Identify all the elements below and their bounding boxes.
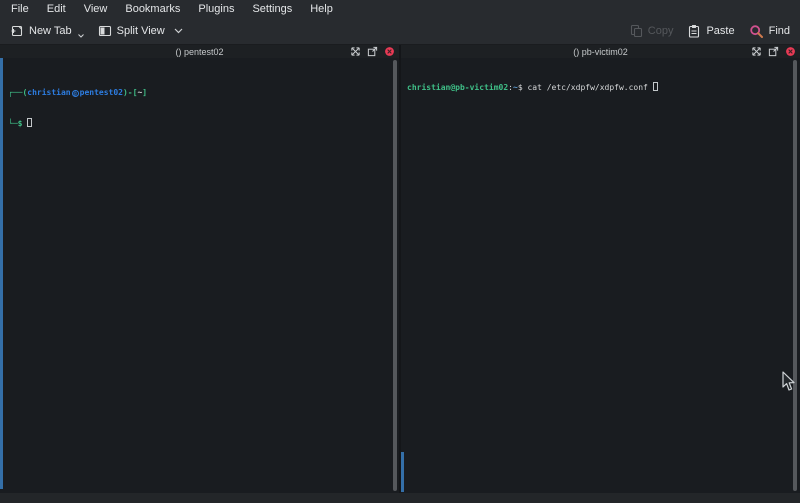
split-view-button[interactable]: Split View [98, 24, 183, 38]
command-text: cat /etc/xdpfw/xdpfw.conf [523, 83, 653, 92]
paste-button[interactable]: Paste [687, 24, 734, 38]
menu-file[interactable]: File [2, 1, 38, 17]
new-tab-label: New Tab [29, 25, 72, 37]
right-detach-pane-icon[interactable] [768, 46, 779, 57]
left-terminal-cursor [27, 118, 32, 127]
new-tab-icon [10, 24, 24, 38]
terminal-area: ┌──(christian@pentest02)-[~] └─$ christi… [0, 58, 800, 493]
new-tab-caret-icon[interactable] [78, 34, 84, 38]
terminal-pane-pentest02[interactable]: ┌──(christian@pentest02)-[~] └─$ [0, 58, 399, 493]
right-maximize-pane-icon[interactable] [751, 46, 762, 57]
prompt-user-host: christian@pb-victim02 [407, 83, 508, 92]
prompt-close: ] [142, 88, 147, 97]
kali-at-icon: @ [72, 90, 79, 97]
toolbar: New Tab Split View Copy [0, 18, 800, 44]
window-bottom-margin [0, 493, 800, 503]
prompt-mid: )-[ [123, 88, 137, 97]
split-view-label: Split View [117, 25, 165, 37]
find-button[interactable]: Find [749, 24, 790, 39]
left-detach-pane-icon[interactable] [367, 46, 378, 57]
left-pane-header[interactable]: () pentest02 [0, 45, 399, 58]
right-close-pane-icon[interactable] [785, 46, 796, 57]
menu-view[interactable]: View [75, 1, 117, 17]
right-pane-title: () pb-victim02 [573, 47, 628, 57]
kali-prompt-line1: ┌──(christian@pentest02)-[~] [8, 88, 391, 98]
left-scroll-indicator [0, 58, 3, 489]
paste-icon [687, 24, 701, 38]
konsole-window: { "menu_bar": { "items": ["File", "Edit"… [0, 0, 800, 503]
right-pane-header[interactable]: () pb-victim02 [401, 45, 800, 58]
left-pane-title: () pentest02 [175, 47, 223, 57]
new-tab-button[interactable]: New Tab [10, 24, 84, 38]
menu-settings[interactable]: Settings [243, 1, 301, 17]
copy-icon [629, 24, 643, 38]
menu-bookmarks[interactable]: Bookmarks [116, 1, 189, 17]
prompt-open: ┌──( [8, 88, 27, 97]
menu-help[interactable]: Help [301, 1, 342, 17]
paste-label: Paste [706, 25, 734, 37]
left-scrollbar[interactable] [393, 60, 397, 491]
right-terminal-cursor [653, 82, 658, 91]
left-maximize-pane-icon[interactable] [350, 46, 361, 57]
menu-edit[interactable]: Edit [38, 1, 75, 17]
copy-label: Copy [648, 25, 674, 37]
split-view-caret-icon [174, 28, 183, 34]
kali-prompt-line2: └─$ [8, 118, 391, 129]
remote-prompt-line: christian@pb-victim02:~$ cat /etc/xdpfw/… [407, 82, 792, 93]
split-headers: () pentest02 [0, 44, 800, 58]
prompt-dollar: └─$ [8, 119, 27, 128]
find-label: Find [769, 25, 790, 37]
terminal-pane-pb-victim02[interactable]: christian@pb-victim02:~$ cat /etc/xdpfw/… [401, 58, 800, 493]
right-terminal-content: christian@pb-victim02:~$ cat /etc/xdpfw/… [401, 58, 800, 113]
left-terminal-content: ┌──(christian@pentest02)-[~] └─$ [0, 58, 399, 149]
prompt-user: christian [27, 88, 70, 97]
left-close-pane-icon[interactable] [384, 46, 395, 57]
menu-plugins[interactable]: Plugins [189, 1, 243, 17]
split-view-icon [98, 24, 112, 38]
copy-button[interactable]: Copy [629, 24, 674, 38]
menu-bar: File Edit View Bookmarks Plugins Setting… [0, 0, 800, 18]
right-scroll-indicator [401, 452, 404, 492]
right-scrollbar[interactable] [793, 60, 797, 491]
find-icon [749, 24, 764, 39]
prompt-host: pentest02 [80, 88, 123, 97]
